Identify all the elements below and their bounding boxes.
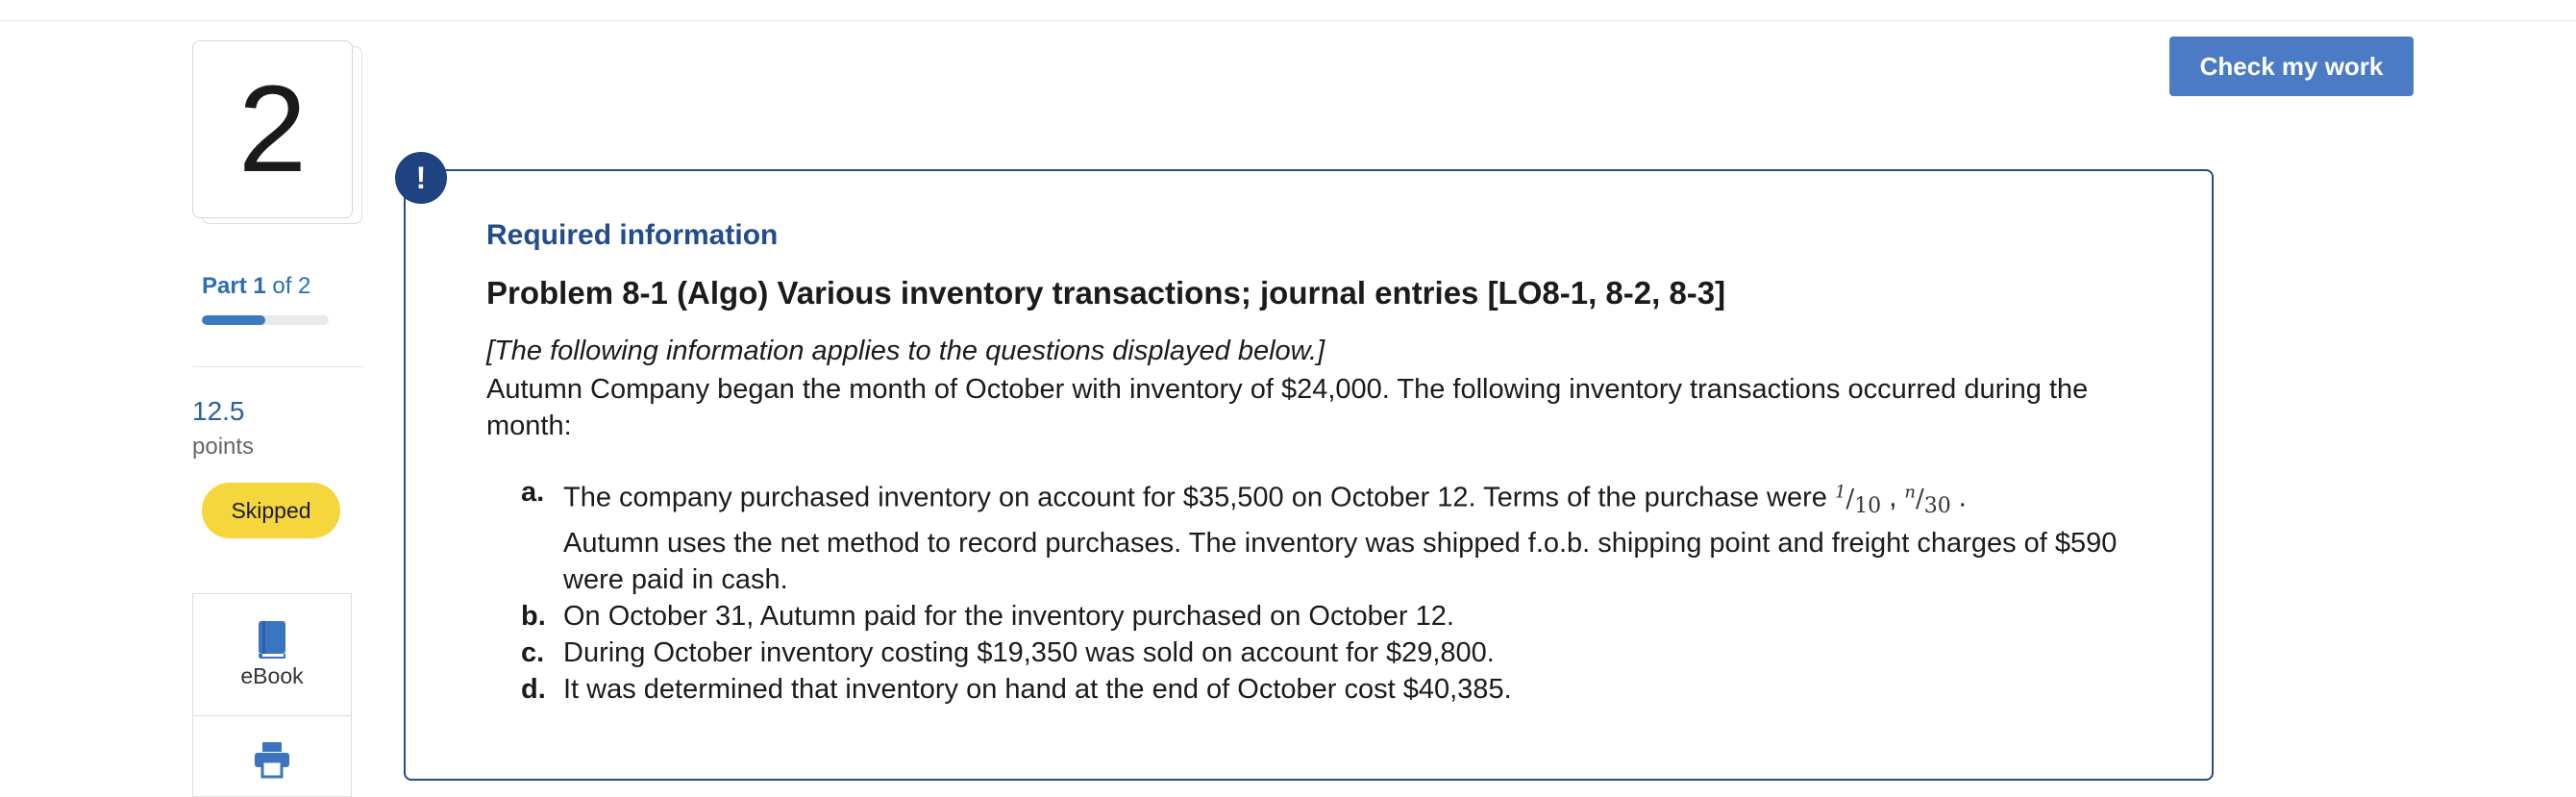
part-total: of 2 [265,273,311,299]
check-my-work-button[interactable]: Check my work [2169,37,2414,96]
item-text: During October inventory costing $19,350… [563,636,1495,668]
list-item: b. On October 31, Autumn paid for the in… [486,598,2159,635]
item-text: It was determined that inventory on hand… [563,673,1512,705]
top-divider [0,20,2576,21]
item-text: The company purchased inventory on accou… [563,482,1835,513]
part-progress-fill [202,315,265,325]
problem-title: Problem 8-1 (Algo) Various inventory tra… [486,275,1726,311]
ebook-button[interactable]: eBook [193,594,351,716]
list-item: a. The company purchased inventory on ac… [486,474,2159,598]
part-progress-bar [202,315,329,325]
required-information-heading: Required information [486,219,779,251]
item-letter: c. [521,636,545,668]
applies-note: [The following information applies to th… [486,336,1325,366]
tools-panel: eBook [192,593,352,797]
book-icon [259,621,285,659]
status-badge: Skipped [202,483,340,538]
problem-intro: Autumn Company began the month of Octobe… [486,374,2089,441]
transaction-list: a. The company purchased inventory on ac… [486,474,2159,708]
alert-icon: ! [395,152,447,204]
sidebar-divider [192,366,363,367]
part-label: Part 1 [202,273,266,299]
item-letter: d. [521,673,546,705]
points-value: 12.5 [192,396,245,426]
points-label: points [192,434,255,460]
item-letter: b. [521,600,546,632]
item-text: On October 31, Autumn paid for the inven… [563,600,1454,632]
list-item: c. During October inventory costing $19,… [486,635,2159,671]
print-icon[interactable] [253,740,291,779]
part-indicator: Part 1 of 2 [202,273,310,300]
ebook-label: eBook [240,663,304,688]
item-letter: a. [521,477,545,508]
list-item: d. It was determined that inventory on h… [486,671,2159,708]
terms-fraction-2: n/30 [1904,482,1951,518]
question-number: 2 [237,60,308,198]
terms-fraction-1: 1/10 [1834,482,1882,518]
item-text-continued: Autumn uses the net method to record pur… [563,527,2118,595]
question-number-card: 2 [192,40,353,218]
